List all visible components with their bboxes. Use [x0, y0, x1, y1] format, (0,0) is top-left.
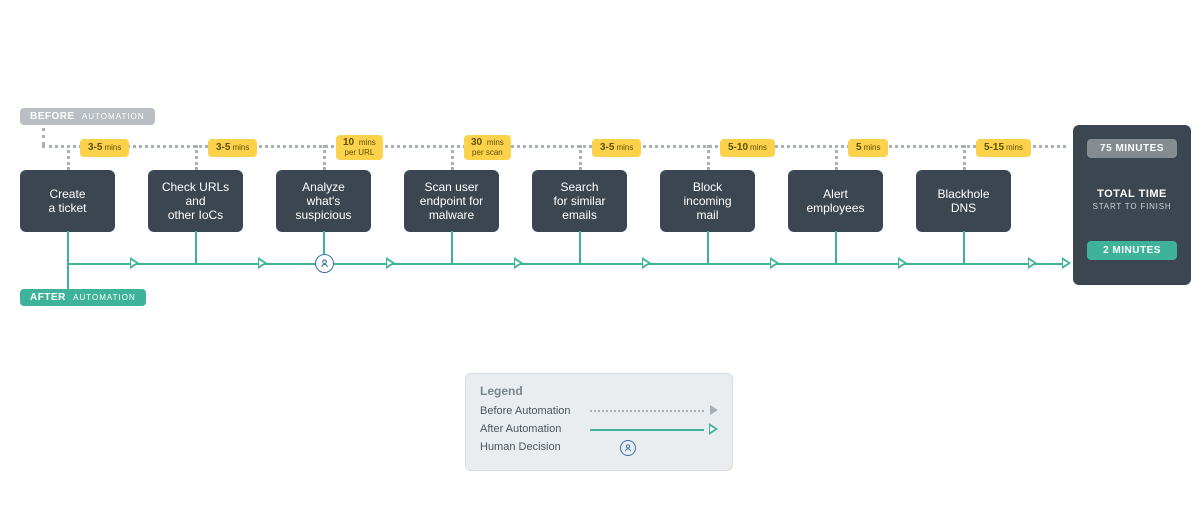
dotted-connector [707, 145, 710, 170]
legend-human-label: Human Decision [480, 441, 590, 453]
time-pill: 30 minsper scan [464, 135, 511, 160]
time-pill: 3-5mins [80, 139, 129, 157]
after-total: 2 MINUTES [1087, 241, 1177, 260]
arrow-icon [1028, 257, 1037, 269]
dotted-connector [195, 145, 198, 170]
arrow-icon [130, 257, 139, 269]
legend-before-row: Before Automation [480, 404, 718, 418]
time-value: 3-5 [88, 142, 102, 153]
dotted-connector [963, 145, 966, 170]
time-value: 10 [343, 137, 354, 148]
before-label: BEFORE [30, 111, 75, 122]
time-value: 30 [471, 137, 482, 148]
time-value: 3-5 [600, 142, 614, 153]
time-pill: 5mins [848, 139, 888, 157]
arrow-icon [258, 257, 267, 269]
time-unit: mins [864, 143, 881, 152]
step-box: Createa ticket [20, 170, 115, 232]
time-unit: mins [104, 143, 121, 152]
dotted-connector [323, 145, 326, 170]
dotted-connector [42, 128, 45, 145]
dotted-connector [451, 145, 454, 170]
human-icon [620, 440, 636, 456]
time-unit: mins [232, 143, 249, 152]
arrow-icon [770, 257, 779, 269]
arrow-icon [1062, 257, 1071, 269]
stem [963, 231, 965, 263]
step-box: Analyzewhat'ssuspicious [276, 170, 371, 232]
automation-label: AUTOMATION [82, 112, 145, 121]
after-label: AFTER [30, 292, 66, 303]
step-box: Alertemployees [788, 170, 883, 232]
time-value: 5-10 [728, 142, 748, 153]
time-unit: mins [1006, 143, 1023, 152]
legend: Legend Before Automation After Automatio… [465, 373, 733, 471]
before-total: 75 MINUTES [1087, 139, 1177, 158]
after-flow-line [67, 263, 1069, 265]
total-time-sub: START TO FINISH [1073, 202, 1191, 211]
time-value: 5-15 [984, 142, 1004, 153]
time-value: 5 [856, 142, 862, 153]
step-title: Blockincomingmail [683, 180, 731, 222]
time-unit: mins [487, 138, 504, 147]
total-time-label: TOTAL TIME [1073, 188, 1191, 200]
step-title: Analyzewhat'ssuspicious [295, 180, 351, 222]
step-box: Blockincomingmail [660, 170, 755, 232]
step-box: BlackholeDNS [916, 170, 1011, 232]
legend-human-row: Human Decision [480, 440, 718, 454]
summary-panel: 75 MINUTES TOTAL TIME START TO FINISH 2 … [1073, 125, 1191, 285]
dotted-connector [579, 145, 582, 170]
stem [835, 231, 837, 263]
stem [707, 231, 709, 263]
step-box: Searchfor similaremails [532, 170, 627, 232]
human-decision-icon [315, 254, 334, 273]
time-pill: 3-5mins [592, 139, 641, 157]
time-pill: 10 minsper URL [336, 135, 383, 160]
legend-before-label: Before Automation [480, 405, 590, 417]
arrow-icon [386, 257, 395, 269]
legend-title: Legend [480, 384, 718, 398]
dotted-connector [835, 145, 838, 170]
arrow-icon [642, 257, 651, 269]
dotted-connector [67, 145, 70, 170]
legend-after-label: After Automation [480, 423, 590, 435]
step-box: Scan userendpoint formalware [404, 170, 499, 232]
step-title: Scan userendpoint formalware [420, 180, 483, 222]
stem [67, 283, 69, 291]
time-value: 3-5 [216, 142, 230, 153]
automation-diagram: BEFORE AUTOMATION AFTER AUTOMATION 3-5mi… [0, 0, 1201, 509]
step-title: Alertemployees [806, 187, 864, 215]
automation-label: AUTOMATION [73, 293, 136, 302]
arrow-icon [710, 405, 718, 415]
after-badge: AFTER AUTOMATION [20, 289, 146, 306]
time-pill: 3-5mins [208, 139, 257, 157]
stem [579, 231, 581, 263]
time-unit2: per scan [471, 148, 504, 157]
time-pill: 5-15mins [976, 139, 1031, 157]
arrow-icon [898, 257, 907, 269]
arrow-icon [709, 423, 718, 435]
legend-after-row: After Automation [480, 422, 718, 436]
step-title: Createa ticket [48, 187, 86, 215]
time-unit: mins [359, 138, 376, 147]
before-badge: BEFORE AUTOMATION [20, 108, 155, 125]
time-unit: mins [616, 143, 633, 152]
stem [67, 231, 69, 263]
step-title: Check URLsandother IoCs [162, 180, 229, 222]
time-unit: mins [750, 143, 767, 152]
arrow-icon [514, 257, 523, 269]
time-unit2: per URL [343, 148, 376, 157]
step-title: Searchfor similaremails [553, 180, 605, 222]
stem [195, 231, 197, 263]
stem [451, 231, 453, 263]
time-pill: 5-10mins [720, 139, 775, 157]
step-title: BlackholeDNS [937, 187, 989, 215]
step-box: Check URLsandother IoCs [148, 170, 243, 232]
